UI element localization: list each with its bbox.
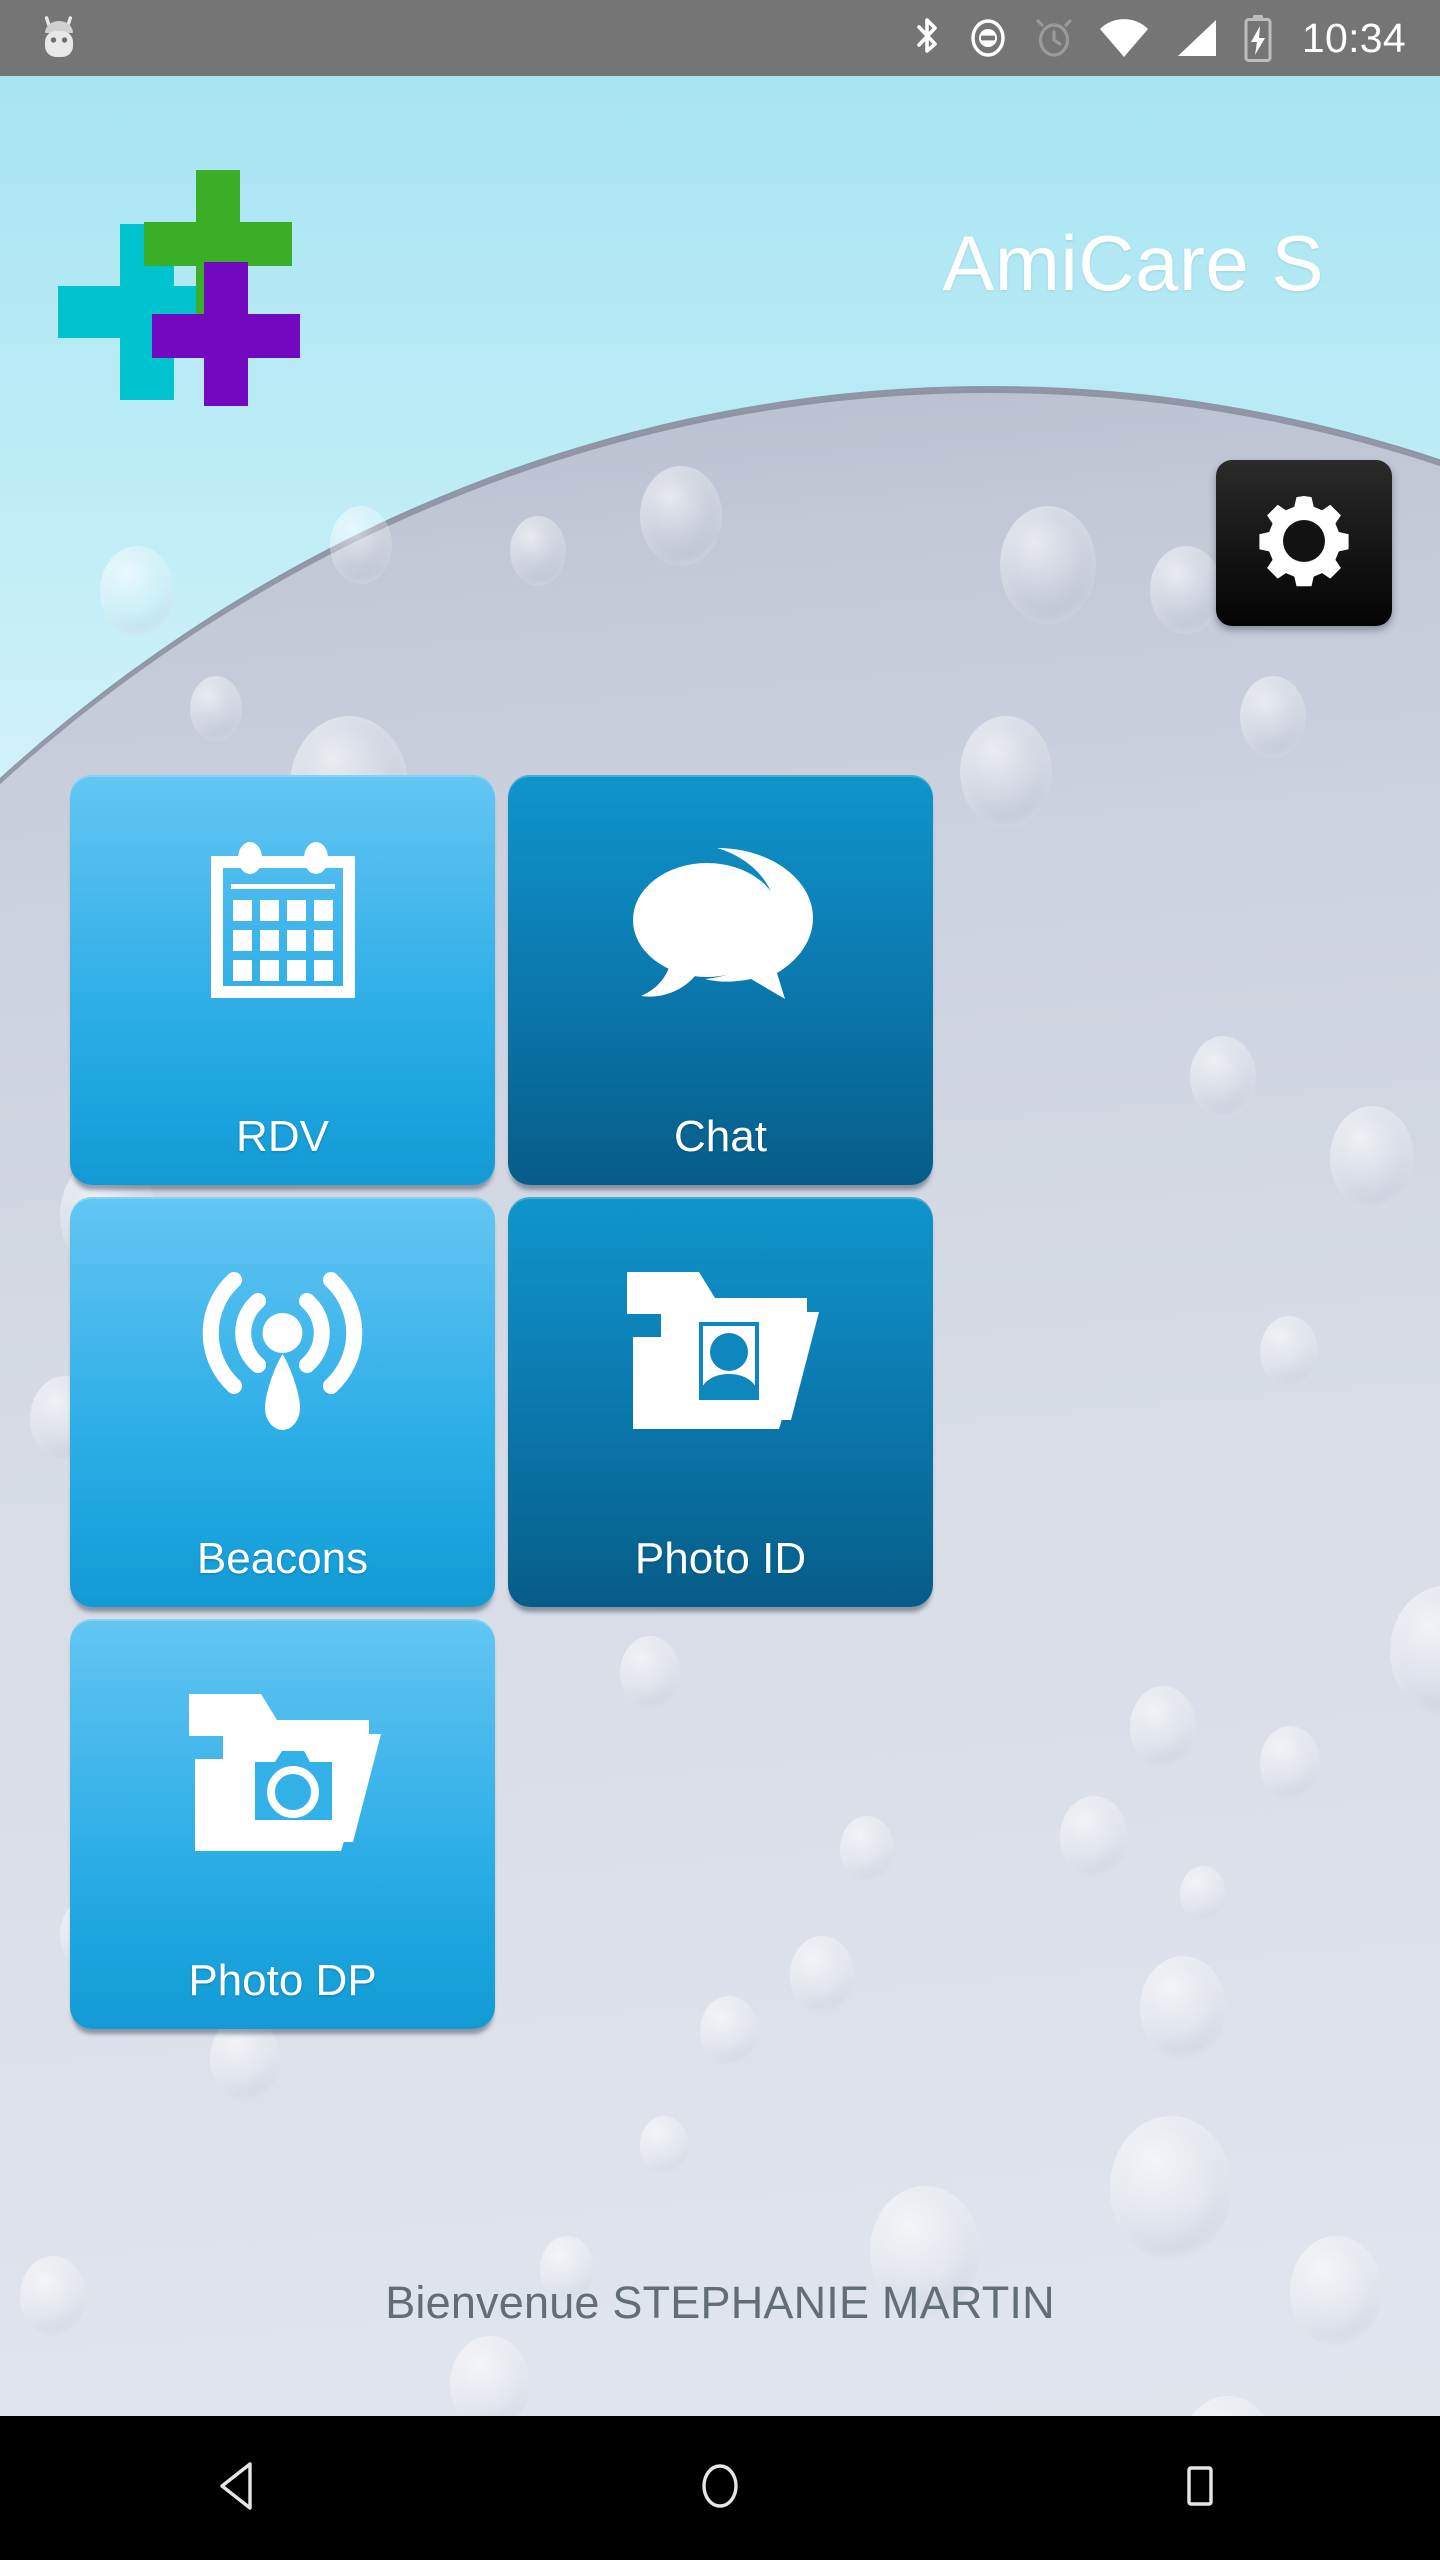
- status-bar: 10:34: [0, 0, 1440, 76]
- tile-label: Photo DP: [188, 1956, 377, 2005]
- bubble-decor: [1240, 676, 1306, 758]
- bubble-decor: [1110, 2116, 1232, 2260]
- status-bar-left: [0, 14, 82, 62]
- welcome-message: Bienvenue STEPHANIE MARTIN: [385, 2277, 1055, 2328]
- bubble-decor: [640, 466, 722, 566]
- bluetooth-icon: [910, 15, 944, 61]
- home-circle-icon: [690, 2456, 750, 2521]
- bubble-decor: [1000, 506, 1096, 624]
- calendar-icon: [193, 831, 373, 1021]
- bubble-decor: [510, 516, 566, 586]
- tile-label: RDV: [236, 1112, 329, 1161]
- bubble-decor: [1150, 546, 1222, 634]
- folder-camera-icon: [183, 1675, 383, 1865]
- bubble-decor: [330, 506, 392, 584]
- app-tile-grid: RDV Chat Beacons Photo ID Photo DP: [70, 775, 1370, 2029]
- status-bar-clock: 10:34: [1301, 14, 1406, 61]
- tile-photo-id[interactable]: Photo ID: [508, 1197, 933, 1607]
- android-bugdroid-icon: [36, 14, 82, 62]
- nav-home-button[interactable]: [620, 2416, 820, 2560]
- page-title: AmiCare S: [942, 219, 1324, 307]
- bubble-decor: [100, 546, 174, 636]
- tile-chat[interactable]: Chat: [508, 775, 933, 1185]
- gear-icon: [1249, 486, 1359, 601]
- tile-rdv[interactable]: RDV: [70, 775, 495, 1185]
- android-nav-bar: [0, 2416, 1440, 2560]
- tile-label: Beacons: [196, 1534, 369, 1583]
- bubble-decor: [640, 2116, 688, 2174]
- folder-person-icon: [621, 1253, 821, 1443]
- nav-recents-button[interactable]: [1100, 2416, 1300, 2560]
- tile-beacons[interactable]: Beacons: [70, 1197, 495, 1607]
- alarm-clock-icon: [1032, 15, 1076, 61]
- cell-signal-icon: [1172, 15, 1220, 61]
- app-header: AmiCare S: [0, 76, 1440, 456]
- nav-back-button[interactable]: [140, 2416, 340, 2560]
- tile-label: Chat: [674, 1112, 767, 1161]
- amicare-triple-cross-logo: [44, 166, 384, 410]
- status-bar-right: 10:34: [910, 14, 1440, 62]
- beacon-signal-icon: [190, 1253, 375, 1443]
- wifi-icon: [1098, 15, 1150, 61]
- tile-label: Photo ID: [634, 1534, 807, 1583]
- settings-button[interactable]: [1216, 460, 1392, 626]
- chat-bubbles-icon: [621, 831, 821, 1021]
- back-triangle-icon: [210, 2456, 270, 2521]
- recents-square-icon: [1170, 2456, 1230, 2521]
- do-not-disturb-icon: [966, 15, 1010, 61]
- battery-charging-icon: [1242, 14, 1274, 62]
- tile-photo-dp[interactable]: Photo DP: [70, 1619, 495, 2029]
- bubble-decor: [190, 676, 242, 742]
